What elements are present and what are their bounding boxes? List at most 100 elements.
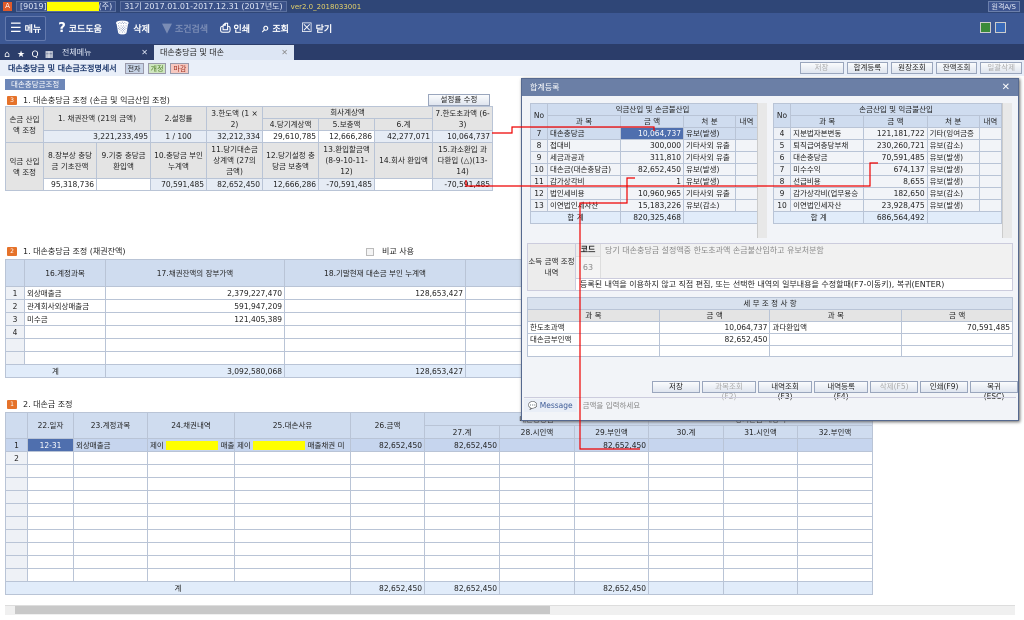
amount-cell[interactable]: 70,591,485 [901,321,1013,334]
book-value-cell[interactable] [105,351,285,365]
cell[interactable] [797,568,874,582]
opening-balance-input[interactable]: 95,318,736 [43,178,97,191]
cell[interactable] [499,542,575,556]
scrollbar-thumb[interactable] [15,606,550,614]
cell[interactable] [648,568,725,582]
cell[interactable] [424,451,500,465]
cell[interactable] [797,555,874,569]
account-cell[interactable]: 지분법자본변동 [790,127,865,140]
amount-cell[interactable]: 1 [620,175,684,188]
amount-cell[interactable] [901,333,1013,346]
list-item[interactable]: 12 법인세비용 10,960,965 기타사외 유출 [530,187,759,200]
cell[interactable] [797,464,874,478]
supplement-input[interactable]: 12,666,286 [318,130,376,143]
account-cell[interactable]: 감가상각비(업무용승 [790,187,865,200]
cell[interactable] [147,542,235,556]
disposition-cell[interactable]: 유보(감소) [926,187,980,200]
disposition-cell[interactable]: 기타사외 유출 [683,187,736,200]
cell[interactable] [27,529,74,543]
cell[interactable] [648,529,725,543]
cell[interactable] [234,568,351,582]
date-cell[interactable]: 12-31 [27,438,74,452]
cell[interactable] [73,529,148,543]
cell[interactable] [73,516,148,530]
cell[interactable] [234,477,351,491]
amount-cell[interactable]: 10,960,965 [620,187,684,200]
allowance-approved-cell[interactable] [499,438,575,452]
amount-cell[interactable]: 70,591,485 [863,151,928,164]
cell[interactable] [350,542,425,556]
expense-approved-cell[interactable] [723,438,799,452]
section-tab-label[interactable]: 대손충당금조정 [5,79,66,90]
cell[interactable] [499,555,575,569]
code-help-button[interactable]: ? 코드도움 [58,21,102,36]
account-cell[interactable]: 외상매출금 [73,438,148,452]
cell[interactable] [73,503,148,517]
badge-electronic[interactable]: 전자 [124,62,144,74]
cell[interactable] [147,451,235,465]
account-cell[interactable] [769,333,903,346]
table-row[interactable]: 2 [5,451,874,465]
list-item[interactable]: 6 대손충당금 70,591,485 유보(발생) [772,151,1003,164]
save-button[interactable]: 저장 [799,62,844,74]
cell[interactable] [648,464,725,478]
edit-rate-button[interactable]: 설정률 수정 [428,94,490,106]
detail-cell[interactable] [978,199,1003,212]
account-cell[interactable]: 과다환입액 [769,321,903,334]
amount-cell[interactable]: 674,137 [863,163,928,176]
cell[interactable] [648,516,725,530]
disallowed-cell[interactable] [284,325,466,339]
account-cell[interactable]: 감가상각비 [547,175,621,188]
search-button[interactable]: ⌕ 조회 [262,21,289,36]
list-item[interactable]: 13 이연법인세자산 15,183,226 유보(감소) [530,199,759,212]
table-row[interactable] [5,503,874,517]
cell[interactable] [573,516,650,530]
cell[interactable] [147,555,235,569]
cell[interactable] [499,451,575,465]
badge-revised[interactable]: 개정 [147,62,167,74]
cell[interactable] [797,490,874,504]
cell[interactable] [499,490,575,504]
cell[interactable] [234,464,351,478]
table-row[interactable] [5,477,874,491]
cell[interactable] [73,477,148,491]
vertical-scrollbar[interactable] [1002,103,1012,238]
tab-close-icon[interactable]: ✕ [281,48,288,57]
detail-lookup-button[interactable]: 내역조회(F3) [758,381,813,401]
cell[interactable] [573,529,650,543]
cell[interactable] [27,542,74,556]
reason-cell[interactable]: 제이 매출채권 미 [234,438,351,452]
account-cell[interactable]: 대손금(대손충당금) [547,163,621,176]
book-value-cell[interactable]: 121,405,389 [105,312,285,326]
table-row[interactable]: 한도초과액 10,064,737 과다환입액 70,591,485 [527,321,1013,334]
account-cell[interactable] [769,345,903,357]
disposition-cell[interactable]: 유보(발생) [683,175,736,188]
print-button[interactable]: ⎙ 인쇄 [220,21,250,36]
delete-button[interactable]: 🗑 삭제 [114,21,150,36]
amount-cell[interactable]: 15,183,226 [620,199,684,212]
amount-cell[interactable]: 230,260,721 [863,139,928,152]
disposition-cell[interactable]: 기타사외 유출 [683,151,736,164]
cell[interactable] [27,568,74,582]
cell[interactable] [234,503,351,517]
disallowed-cell[interactable] [284,312,466,326]
table-row[interactable] [527,345,1013,357]
cell[interactable] [350,516,425,530]
dialog-title-bar[interactable]: 합계등록 ✕ [522,79,1018,96]
cell[interactable] [723,503,799,517]
disposition-cell[interactable]: 유보(발생) [926,199,980,212]
detail-register-button[interactable]: 내역등록(F4) [814,381,869,401]
tab-bad-debt[interactable]: 대손충당금 및 대손 ✕ [154,45,294,60]
cell[interactable] [573,477,650,491]
cell[interactable] [648,490,725,504]
disposition-cell[interactable]: 유보(발생) [926,175,980,188]
amount-cell[interactable]: 10,064,737 [620,127,684,140]
cell[interactable] [797,529,874,543]
cell[interactable] [499,477,575,491]
excel-icon[interactable] [980,22,991,33]
company-reversal-input[interactable] [374,178,434,191]
amount-cell[interactable]: 311,810 [620,151,684,164]
cell[interactable] [350,555,425,569]
vertical-scrollbar[interactable] [757,103,767,238]
cell[interactable] [73,464,148,478]
